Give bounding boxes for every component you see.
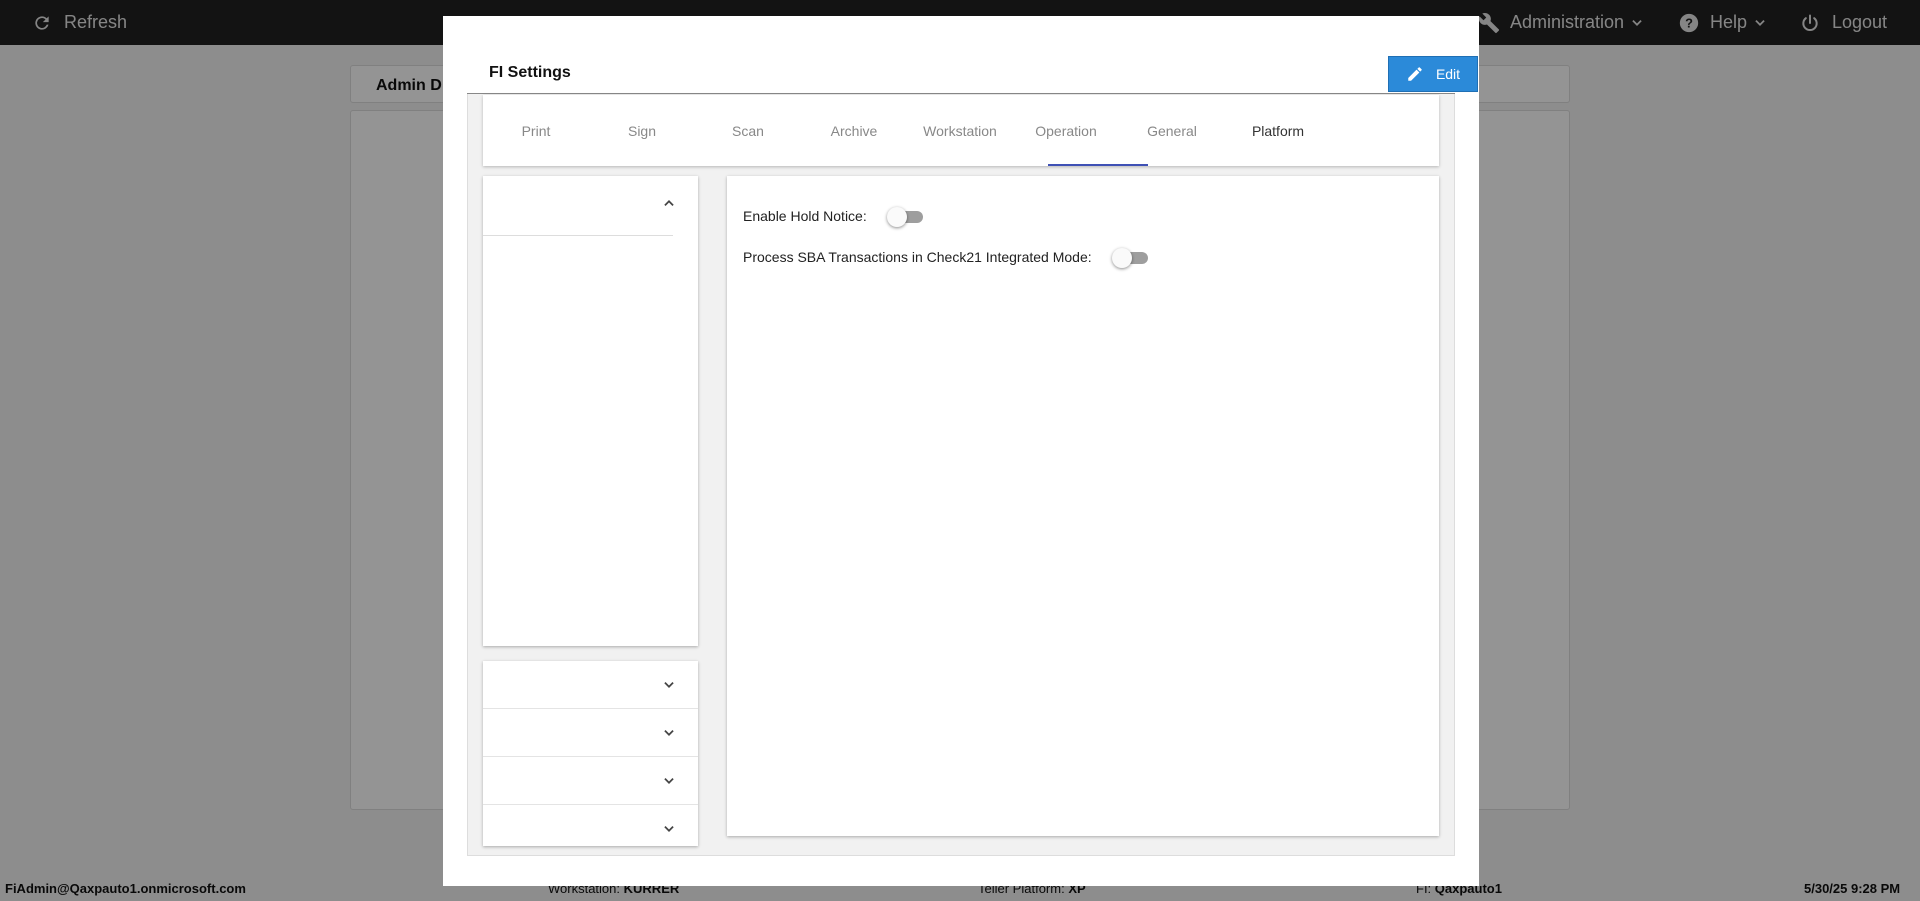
process-sba-check21-toggle[interactable] (1111, 247, 1148, 268)
settings-tab-bar: Print Sign Scan Archive Workstation Oper… (483, 95, 1439, 166)
active-tab-indicator (1048, 164, 1148, 166)
accordion-row[interactable] (483, 709, 698, 757)
tab-scan[interactable]: Scan (695, 95, 801, 166)
accordion-row[interactable] (483, 757, 698, 805)
enable-hold-notice-toggle[interactable] (886, 206, 923, 227)
setting-enable-hold-notice: Enable Hold Notice: (743, 206, 923, 227)
setting-label: Enable Hold Notice: (743, 208, 867, 224)
tab-general[interactable]: General (1119, 95, 1225, 166)
tab-sign[interactable]: Sign (589, 95, 695, 166)
tab-label: Workstation (923, 122, 997, 139)
tab-label: Scan (732, 122, 764, 139)
dialog-header: FI Settings Edit (467, 40, 1478, 94)
tab-label: Operation (1035, 122, 1097, 139)
edit-label: Edit (1435, 66, 1461, 82)
chevron-down-icon (664, 778, 674, 784)
tab-platform[interactable]: Platform (1225, 95, 1331, 166)
tab-label: Archive (830, 122, 878, 139)
pencil-icon (1408, 67, 1422, 81)
fi-settings-dialog: FI Settings Edit Print Sign Scan Archive… (443, 16, 1479, 886)
accordion-header[interactable] (483, 176, 674, 236)
toggle-thumb (886, 207, 907, 227)
chevron-up-icon (664, 200, 674, 206)
toggle-thumb (1111, 248, 1132, 268)
setting-process-sba-check21: Process SBA Transactions in Check21 Inte… (743, 247, 1148, 268)
chevron-down-icon (664, 826, 674, 832)
tab-archive[interactable]: Archive (801, 95, 907, 166)
edit-button[interactable]: Edit (1388, 56, 1478, 92)
dialog-title: FI Settings (489, 64, 571, 81)
tab-label: Platform (1251, 122, 1305, 139)
tab-label: Sign (627, 122, 657, 139)
setting-label: Process SBA Transactions in Check21 Inte… (743, 249, 1092, 265)
left-accordion-panel-expanded (483, 176, 698, 646)
tab-workstation[interactable]: Workstation (907, 95, 1013, 166)
accordion-row[interactable] (483, 661, 698, 709)
tab-operation[interactable]: Operation (1013, 95, 1119, 166)
operation-settings-panel: Enable Hold Notice: Process SBA Transact… (727, 176, 1439, 836)
left-accordion-collapsed-group (483, 661, 698, 846)
tab-label: Print (521, 122, 551, 139)
chevron-down-icon (664, 682, 674, 688)
tab-label: General (1147, 122, 1197, 139)
tab-print[interactable]: Print (483, 95, 589, 166)
chevron-down-icon (664, 730, 674, 736)
accordion-row[interactable] (483, 805, 698, 853)
